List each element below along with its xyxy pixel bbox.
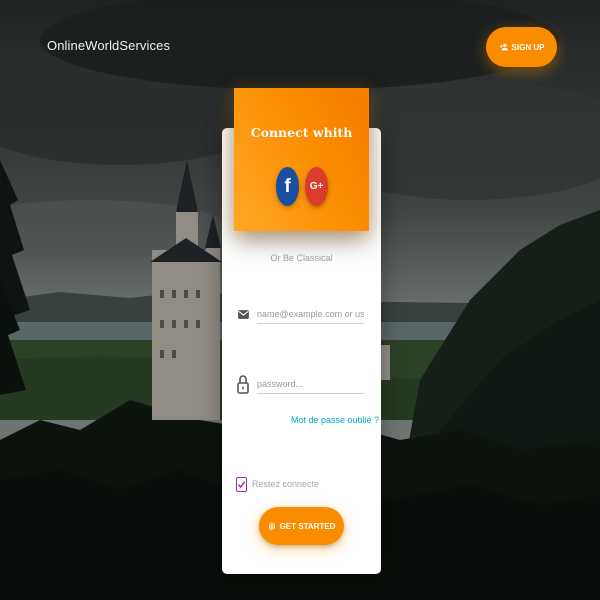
card-header: Connect whith f G+ (234, 88, 369, 231)
person-add-icon (499, 43, 508, 51)
email-icon (238, 310, 249, 319)
remember-checkbox[interactable] (236, 477, 247, 492)
lock-icon (237, 375, 249, 394)
facebook-icon: f (284, 175, 291, 197)
remember-label: Restez connecte (252, 479, 320, 489)
google-plus-button[interactable]: G+ (305, 167, 328, 206)
card-title: Connect whith (250, 125, 353, 140)
get-started-label: GET STARTED (279, 521, 336, 531)
email-input[interactable] (257, 309, 364, 324)
password-input[interactable] (257, 379, 364, 394)
brand-name[interactable]: OnlineWorldServices (47, 38, 170, 53)
facebook-button[interactable]: f (276, 167, 299, 206)
forgot-password-link[interactable]: Mot de passe oublié ? (291, 415, 379, 425)
sign-up-label: SIGN UP (511, 42, 545, 52)
fingerprint-icon (268, 522, 275, 530)
check-icon (237, 481, 246, 489)
sign-up-button[interactable]: SIGN UP (486, 27, 557, 67)
google-plus-icon: G+ (309, 181, 324, 192)
divider-text: Or Be Classical (270, 253, 333, 263)
get-started-button[interactable]: GET STARTED (259, 507, 344, 545)
